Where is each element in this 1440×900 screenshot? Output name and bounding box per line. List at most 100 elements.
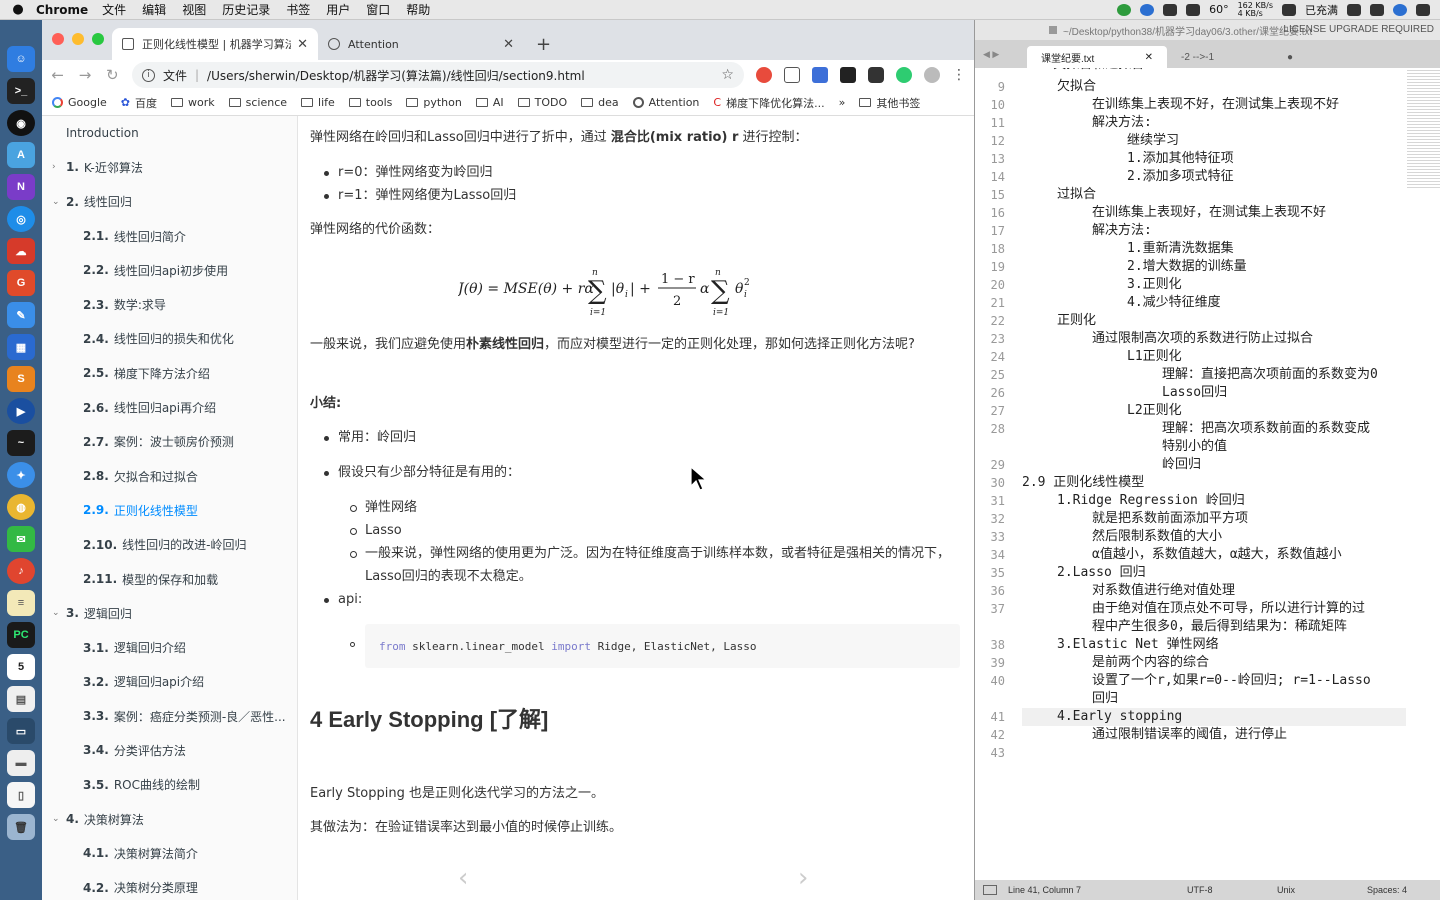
bookmark-python[interactable]: python (406, 96, 462, 109)
bookmark-science[interactable]: science (228, 96, 287, 109)
chevron-down-icon[interactable]: ⌄ (52, 608, 66, 618)
bookmark-attention[interactable]: Attention (632, 96, 699, 109)
sidebar-item[interactable]: 2.8. 欠拟合和过拟合 (42, 459, 297, 493)
apple-icon[interactable]: ● (0, 2, 36, 17)
sidebar-item[interactable]: ⌄ 4. 决策树算法 (42, 802, 297, 836)
editor-tab-active[interactable]: 课堂纪要.txt ✕ (1027, 46, 1167, 68)
reload-icon[interactable]: ↻ (105, 66, 120, 84)
bookmark-google[interactable]: Google (52, 96, 107, 109)
editor-tab[interactable]: -2 -->-1 ● (1167, 46, 1307, 68)
back-icon[interactable]: ← (50, 66, 65, 84)
calendar-icon[interactable]: 5 (7, 654, 35, 680)
music-icon[interactable]: ♪ (7, 558, 35, 584)
sidebar-item[interactable]: 3.3. 案例：癌症分类预测-良／恶性... (42, 699, 297, 733)
bookmark-gradient[interactable]: C 梯度下降优化算法... (713, 95, 824, 111)
qq-icon[interactable]: ◎ (7, 206, 35, 232)
sidebar-item[interactable]: 2.11. 模型的保存和加载 (42, 562, 297, 596)
sidebar-item[interactable]: 4.2. 决策树分类原理 (42, 871, 297, 900)
zoom-window-button[interactable] (92, 33, 104, 45)
onenote-icon[interactable]: N (7, 174, 35, 200)
search-icon[interactable] (1370, 3, 1384, 16)
bookmark-work[interactable]: work (171, 96, 215, 109)
menu-people[interactable]: 用户 (326, 1, 350, 18)
pen-icon[interactable]: ✎ (7, 302, 35, 328)
sidebar-item[interactable]: ⌄ 3. 逻辑回归 (42, 596, 297, 630)
sidebar-item[interactable]: 4.1. 决策树算法简介 (42, 836, 297, 870)
grammarly-icon[interactable] (895, 67, 912, 83)
folder-icon[interactable]: ▬ (7, 750, 35, 776)
pycharm-icon[interactable]: PC (7, 622, 35, 648)
indentation-setting[interactable]: Spaces: 4 (1367, 885, 1407, 895)
activity-monitor-icon[interactable]: ~ (7, 430, 35, 456)
network-speed[interactable]: 162 KB/s 4 KB/s (1238, 1, 1273, 18)
preview-icon[interactable]: ▤ (7, 686, 35, 712)
menu-view[interactable]: 视图 (182, 1, 206, 18)
bookmark-other[interactable]: 其他书签 (859, 95, 920, 111)
status-app-icon[interactable] (1140, 3, 1155, 16)
bookmark-baidu[interactable]: ✿ 百度 (121, 95, 157, 111)
sidebar-item[interactable]: 3.1. 逻辑回归介绍 (42, 630, 297, 664)
sidebar-item[interactable]: Introduction (42, 116, 297, 150)
panel-toggle-icon[interactable] (983, 885, 997, 895)
more-menu-icon[interactable]: ⋮ (952, 67, 966, 83)
cloud-drive-icon[interactable]: ☁ (7, 238, 35, 264)
cloud-icon[interactable] (1163, 3, 1178, 16)
license-notice[interactable]: LICENSE UPGRADE REQUIRED (1283, 24, 1434, 35)
battery-status[interactable]: 已充满 (1305, 2, 1338, 18)
display-icon[interactable]: ▭ (7, 718, 35, 744)
address-bar[interactable]: i 文件 | /Users/sherwin/Desktop/机器学习(算法篇)/… (131, 62, 744, 88)
extension-icon[interactable] (867, 67, 884, 83)
window-icon[interactable] (1186, 3, 1201, 16)
sidebar-item[interactable]: 3.5. ROC曲线的绘制 (42, 768, 297, 802)
tab-attention[interactable]: Attention ✕ (318, 28, 524, 60)
prev-page-icon[interactable]: ‹ (458, 865, 468, 891)
forward-icon[interactable]: → (77, 66, 92, 84)
sidebar-item[interactable]: 2.4. 线性回归的损失和优化 (42, 322, 297, 356)
notes-icon[interactable]: ≡ (7, 590, 35, 616)
close-tab-icon[interactable]: ✕ (503, 37, 514, 52)
menu-window[interactable]: 窗口 (366, 1, 390, 18)
wifi-icon[interactable] (1347, 3, 1361, 16)
minimap[interactable] (1407, 68, 1440, 188)
menu-bookmarks[interactable]: 书签 (286, 1, 310, 18)
unsaved-dot-icon[interactable]: ● (1287, 52, 1293, 63)
sidebar-item[interactable]: 2.3. 数学:求导 (42, 287, 297, 321)
bookmark-tools[interactable]: tools (348, 96, 392, 109)
sidebar-item[interactable]: ⌄ 2. 线性回归 (42, 185, 297, 219)
tab-nav-arrows-icon[interactable]: ◀ ▶ (975, 40, 1015, 68)
control-center-icon[interactable] (1416, 3, 1430, 16)
obs-icon[interactable]: ◉ (7, 110, 35, 136)
sidebar-item[interactable]: 2.6. 线性回归api再介绍 (42, 390, 297, 424)
sidebar-item[interactable]: 2.2. 线性回归api初步使用 (42, 253, 297, 287)
profile-avatar[interactable] (923, 67, 940, 83)
menu-edit[interactable]: 编辑 (142, 1, 166, 18)
code-block[interactable]: from sklearn.linear_model import Ridge, … (365, 624, 960, 668)
info-icon[interactable]: i (141, 68, 155, 82)
status-app-icon[interactable] (1117, 3, 1132, 16)
menu-history[interactable]: 历史记录 (222, 1, 270, 18)
sidebar-item[interactable]: 2.5. 梯度下降方法介绍 (42, 356, 297, 390)
wechat-icon[interactable]: ✉ (7, 526, 35, 552)
bookmark-star-icon[interactable]: ☆ (721, 67, 734, 83)
temperature-readout[interactable]: 60° (1209, 3, 1229, 16)
extension-icon[interactable] (755, 67, 772, 83)
monitor-icon[interactable] (1282, 3, 1296, 16)
bookmarks-overflow[interactable]: » (839, 96, 846, 109)
tab-active[interactable]: 正则化线性模型 | 机器学习算法 ✕ (112, 28, 318, 60)
sidebar-item[interactable]: 2.1. 线性回归简介 (42, 219, 297, 253)
finder-icon[interactable]: ☺ (7, 46, 35, 72)
menu-file[interactable]: 文件 (102, 1, 126, 18)
terminal-icon[interactable]: >_ (7, 78, 35, 104)
sidebar-item[interactable]: 2.7. 案例：波士顿房价预测 (42, 425, 297, 459)
sidebar-item[interactable]: 3.2. 逻辑回归api介绍 (42, 665, 297, 699)
textedit-icon[interactable]: A (7, 142, 35, 168)
bookmark-ai[interactable]: AI (475, 96, 504, 109)
player-icon[interactable]: ▶ (7, 398, 35, 424)
chevron-down-icon[interactable]: ⌄ (52, 197, 66, 207)
sublime-icon[interactable]: S (7, 366, 35, 392)
next-page-icon[interactable]: › (798, 865, 808, 891)
chrome-icon[interactable]: ◍ (7, 494, 35, 520)
sidebar-item[interactable]: 2.9. 正则化线性模型 (42, 493, 297, 527)
sidebar-item[interactable]: › 1. K-近邻算法 (42, 150, 297, 184)
chevron-down-icon[interactable]: ⌄ (52, 814, 66, 824)
